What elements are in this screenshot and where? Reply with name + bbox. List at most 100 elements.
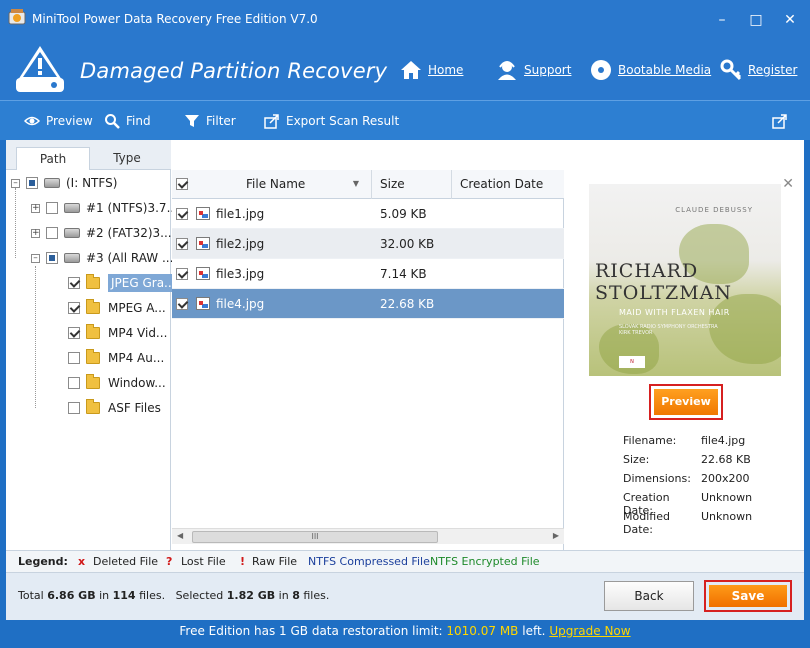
table-row[interactable]: file3.jpg 7.14 KB — [172, 259, 564, 289]
file-size: 22.68 KB — [380, 297, 435, 311]
record-label-logo: N — [619, 356, 645, 368]
toolbar: Preview Find Filter Export Scan Result — [0, 100, 810, 140]
tree-item-label: Window... — [108, 376, 166, 390]
upgrade-now-link[interactable]: Upgrade Now — [549, 624, 630, 638]
album-artist-line: STOLTZMAN — [595, 282, 733, 304]
selected-files: 8 — [292, 589, 300, 602]
table-row[interactable]: file1.jpg 5.09 KB — [172, 199, 564, 229]
row-checkbox[interactable] — [176, 208, 188, 220]
row-checkbox[interactable] — [176, 238, 188, 250]
partition-tree: – (I: NTFS) + #1 (NTFS)3.7... + #2 (FAT3… — [6, 170, 179, 550]
collapse-toggle[interactable]: – — [31, 253, 40, 263]
close-button[interactable]: ✕ — [780, 10, 800, 30]
scroll-left-icon[interactable]: ◀ — [177, 531, 183, 540]
footer-limit-text: Free Edition has 1 GB data restoration l… — [179, 624, 443, 638]
tab-path[interactable]: Path — [16, 147, 90, 170]
register-link[interactable]: Register — [720, 58, 797, 82]
collapse-toggle[interactable]: – — [11, 178, 20, 188]
file-name: file4.jpg — [216, 297, 265, 311]
image-file-icon — [196, 237, 210, 250]
tab-type[interactable]: Type — [90, 147, 164, 170]
tree-item-label: MP4 Vid... — [108, 326, 168, 340]
share-icon — [772, 114, 787, 129]
tree-item-mp4-video[interactable]: MP4 Vid... — [68, 322, 167, 344]
restore-button[interactable]: □ — [746, 10, 766, 30]
app-icon — [8, 9, 26, 25]
filter-icon — [185, 115, 199, 127]
tree-checkbox[interactable] — [46, 227, 58, 239]
expand-toggle[interactable]: + — [31, 228, 40, 238]
legend-deleted: Deleted File — [93, 555, 159, 568]
filter-tool-button[interactable]: Filter — [184, 111, 236, 131]
legend-compressed: NTFS Compressed File — [308, 555, 430, 568]
raw-file-icon: ! — [240, 555, 246, 568]
table-row[interactable]: file2.jpg 32.00 KB — [172, 229, 564, 259]
scrollbar-thumb[interactable]: III — [192, 531, 438, 543]
support-link[interactable]: Support — [496, 58, 571, 82]
tree-checkbox[interactable] — [26, 177, 38, 189]
row-checkbox[interactable] — [176, 268, 188, 280]
close-preview-icon[interactable]: ✕ — [782, 176, 794, 192]
column-creation-date[interactable]: Creation Date — [452, 170, 564, 199]
main-content: Path Type – (I: NTFS) + #1 (NTFS)3.7... … — [6, 140, 804, 550]
tree-item-partition-1[interactable]: + #1 (NTFS)3.7... — [31, 197, 178, 219]
preview-button[interactable]: Preview — [654, 389, 718, 415]
tree-item-label: #1 (NTFS)3.7... — [86, 201, 179, 215]
info-value: file4.jpg — [701, 434, 746, 447]
tree-item-label: MPEG A... — [108, 301, 166, 315]
preview-tool-button[interactable]: Preview — [24, 111, 93, 131]
tree-item-jpeg[interactable]: JPEG Gra... — [68, 272, 179, 294]
home-icon — [401, 61, 421, 79]
tree-checkbox[interactable] — [68, 277, 80, 289]
image-file-icon — [196, 207, 210, 220]
home-link[interactable]: Home — [400, 58, 463, 82]
legend-lost: Lost File — [181, 555, 226, 568]
expand-toggle[interactable]: + — [31, 203, 40, 213]
tree-item-windows-media[interactable]: Window... — [68, 372, 166, 394]
info-value: 200x200 — [701, 472, 750, 485]
home-link-label: Home — [428, 63, 464, 77]
tree-item-root[interactable]: – (I: NTFS) — [11, 172, 117, 194]
drive-icon — [64, 203, 80, 213]
summary-text: in — [99, 589, 110, 602]
tree-item-mpeg-audio[interactable]: MPEG A... — [68, 297, 166, 319]
export-scan-result-label: Export Scan Result — [286, 114, 400, 128]
scroll-right-icon[interactable]: ▶ — [553, 531, 559, 540]
folder-icon — [86, 349, 100, 364]
tree-checkbox[interactable] — [46, 252, 58, 264]
preview-panel: ✕ CLAUDE DEBUSSY RICHARD STOLTZMAN MAID … — [565, 170, 804, 550]
back-button[interactable]: Back — [604, 581, 694, 611]
table-row-selected[interactable]: file4.jpg 22.68 KB — [172, 289, 564, 319]
tree-item-asf-files[interactable]: ASF Files — [68, 397, 161, 419]
save-button[interactable]: Save — [709, 585, 787, 607]
tree-item-partition-2[interactable]: + #2 (FAT32)3.... — [31, 222, 175, 244]
tree-checkbox[interactable] — [68, 327, 80, 339]
tree-checkbox[interactable] — [68, 377, 80, 389]
tree-checkbox[interactable] — [46, 202, 58, 214]
info-value: Unknown — [701, 510, 753, 523]
tree-item-partition-3[interactable]: – #3 (All RAW ... — [31, 247, 173, 269]
summary-text: in — [278, 589, 289, 602]
sort-arrow-icon: ▼ — [352, 179, 359, 188]
row-checkbox[interactable] — [176, 298, 188, 310]
album-work: MAID WITH FLAXEN HAIR — [619, 308, 730, 317]
export-scan-result-button[interactable]: Export Scan Result — [264, 111, 399, 131]
file-size: 5.09 KB — [380, 207, 427, 221]
legend-encrypted: NTFS Encrypted File — [430, 555, 540, 568]
column-file-name[interactable]: File Name ▼ — [194, 170, 372, 199]
find-tool-button[interactable]: Find — [104, 111, 151, 131]
bootable-media-link-label: Bootable Media — [618, 63, 712, 77]
horizontal-scrollbar[interactable]: ◀ III ▶ — [172, 528, 564, 544]
tree-checkbox[interactable] — [68, 402, 80, 414]
tree-checkbox[interactable] — [68, 302, 80, 314]
bootable-media-link[interactable]: Bootable Media — [590, 58, 711, 82]
share-button[interactable] — [772, 111, 788, 131]
album-artist: RICHARD STOLTZMAN — [595, 260, 732, 304]
minimize-button[interactable]: – — [712, 10, 732, 30]
tree-item-mp4-audio[interactable]: MP4 Au... — [68, 347, 164, 369]
tree-item-label: ASF Files — [108, 401, 161, 415]
column-size[interactable]: Size — [372, 170, 452, 199]
tree-checkbox[interactable] — [68, 352, 80, 364]
legend: Legend: x Deleted File ? Lost File ! Raw… — [6, 550, 804, 572]
select-all-checkbox[interactable] — [176, 178, 188, 190]
